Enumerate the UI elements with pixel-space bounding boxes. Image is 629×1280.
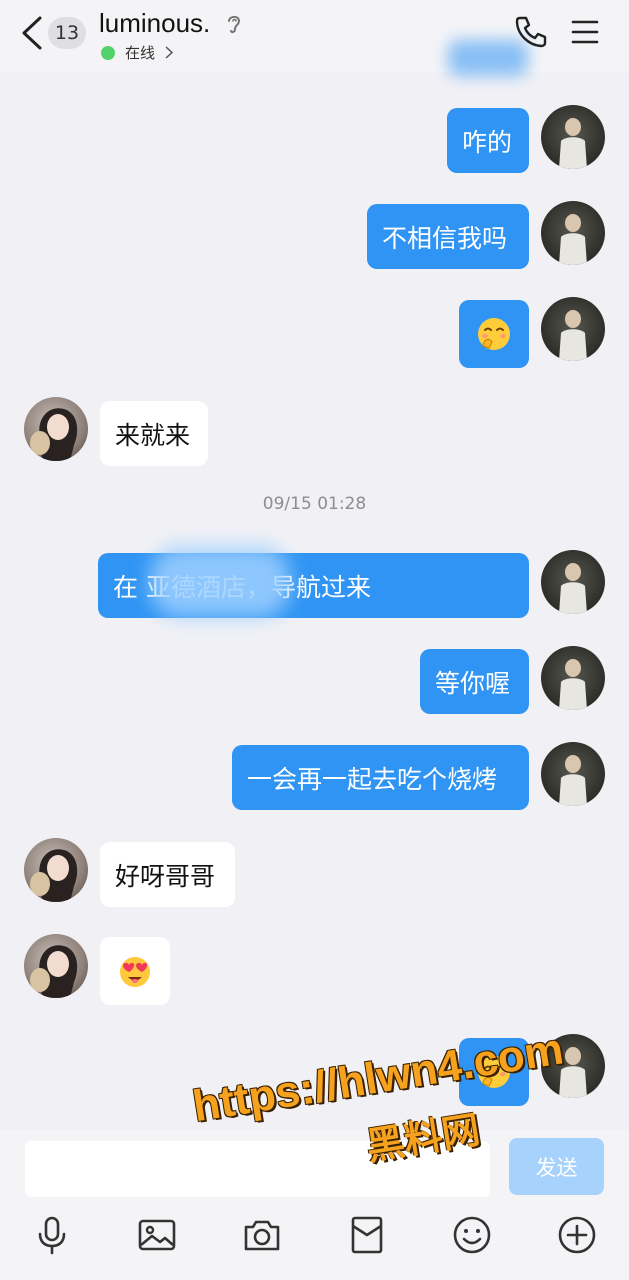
contact-name[interactable]: luminous. [99, 8, 210, 39]
camera-icon [244, 1220, 280, 1251]
photo-button[interactable] [137, 1215, 177, 1255]
my-avatar[interactable] [541, 105, 605, 169]
phone-call-button[interactable] [514, 14, 548, 48]
outgoing-message[interactable]: 等你喔 [420, 649, 529, 714]
watermark-name: 黑料网 [363, 1107, 483, 1169]
chat-header: 13 luminous. 在线 [0, 0, 629, 76]
chevron-left-icon [22, 16, 42, 50]
incoming-message[interactable]: 来就来 [100, 401, 208, 466]
more-menu-button[interactable] [571, 19, 599, 45]
red-packet-icon [351, 1216, 383, 1254]
message-timestamp: 09/15 01:28 [262, 494, 367, 514]
my-avatar[interactable] [541, 742, 605, 806]
camera-button[interactable] [242, 1215, 282, 1255]
outgoing-message[interactable]: 咋的 [447, 108, 529, 173]
hamburger-menu-icon [571, 20, 599, 44]
emoji-button[interactable] [452, 1215, 492, 1255]
my-avatar[interactable] [541, 297, 605, 361]
online-dot-icon [101, 45, 115, 60]
chevron-right-icon [165, 46, 174, 59]
contact-avatar[interactable] [24, 838, 88, 902]
my-avatar[interactable] [541, 550, 605, 614]
shy-face-emoji-icon [478, 318, 510, 350]
heart-eyes-emoji-icon [120, 957, 150, 987]
contact-avatar[interactable] [24, 934, 88, 998]
outgoing-message[interactable]: 不相信我吗 [367, 204, 529, 269]
incoming-message[interactable]: 好呀哥哥 [100, 842, 235, 907]
my-avatar[interactable] [541, 646, 605, 710]
smiley-icon [453, 1216, 491, 1254]
voice-button[interactable] [32, 1215, 72, 1255]
plus-icon [558, 1216, 596, 1254]
ear-icon [225, 13, 243, 35]
outgoing-emoji-message[interactable] [459, 300, 529, 368]
red-packet-button[interactable] [347, 1215, 387, 1255]
back-button[interactable] [18, 14, 46, 52]
blurred-region [150, 546, 290, 618]
my-avatar[interactable] [541, 201, 605, 265]
phone-icon [515, 16, 547, 48]
status-text: 在线 [125, 44, 156, 62]
incoming-emoji-message[interactable] [100, 937, 170, 1005]
outgoing-message[interactable]: 一会再一起去吃个烧烤 [232, 745, 529, 810]
online-status[interactable]: 在线 [101, 42, 174, 63]
microphone-icon [38, 1216, 66, 1255]
more-actions-button[interactable] [557, 1215, 597, 1255]
contact-avatar[interactable] [24, 397, 88, 461]
unread-badge[interactable]: 13 [48, 17, 86, 49]
image-icon [138, 1219, 176, 1251]
